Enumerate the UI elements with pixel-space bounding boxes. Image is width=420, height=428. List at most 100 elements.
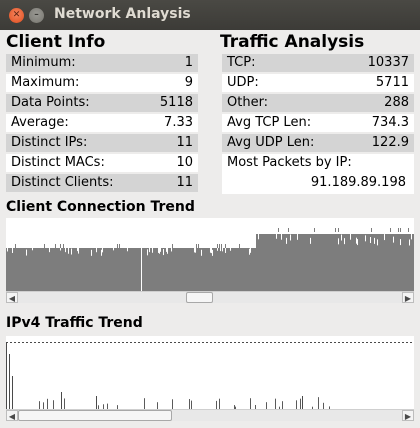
client-trend-spike bbox=[44, 244, 45, 248]
ipv4-dotted-line bbox=[30, 342, 32, 343]
client-trend-fill bbox=[6, 248, 256, 291]
arrow-right-icon[interactable]: ▶ bbox=[402, 410, 414, 421]
ipv4-trend-plot bbox=[6, 342, 412, 409]
client-trend-spike bbox=[198, 244, 199, 248]
ipv4-trend-chart bbox=[6, 336, 414, 409]
client-trend-gap bbox=[194, 246, 195, 253]
ipv4-dotted-line bbox=[58, 342, 60, 343]
client-trend-gap bbox=[158, 246, 159, 253]
client-trend-gap bbox=[249, 248, 250, 255]
ipv4-trend-bar bbox=[266, 402, 267, 409]
traffic-analysis-heading: Traffic Analysis bbox=[220, 32, 365, 52]
ipv4-dotted-line bbox=[406, 342, 408, 343]
client-stat-row: Average: 7.33 bbox=[6, 114, 198, 132]
ipv4-dotted-line bbox=[258, 342, 260, 343]
ipv4-trend-bar bbox=[157, 402, 158, 409]
stat-label: Avg TCP Len: bbox=[227, 115, 312, 130]
client-trend-spike bbox=[239, 244, 240, 248]
ipv4-trend-bar bbox=[39, 401, 40, 409]
stat-value: 1 bbox=[184, 55, 193, 70]
ipv4-dotted-line bbox=[230, 342, 232, 343]
client-trend-gap bbox=[212, 249, 213, 256]
ipv4-trend-bar bbox=[216, 400, 217, 409]
client-trend-gap bbox=[195, 246, 196, 253]
ipv4-dotted-line bbox=[234, 342, 236, 343]
ipv4-dotted-line bbox=[254, 342, 256, 343]
client-trend-gap bbox=[71, 248, 72, 255]
ipv4-dotted-line bbox=[114, 342, 116, 343]
client-trend-spike bbox=[398, 228, 399, 232]
ipv4-dotted-line bbox=[378, 342, 380, 343]
client-trend-gap bbox=[365, 235, 366, 242]
client-trend-gap bbox=[113, 244, 114, 251]
client-trend-scrollbar[interactable]: ◀ ▶ bbox=[6, 291, 414, 303]
traffic-stat-row: Other: 288 bbox=[222, 94, 414, 112]
client-trend-gap bbox=[141, 238, 142, 291]
ipv4-dotted-line bbox=[142, 342, 144, 343]
client-trend-gap bbox=[12, 246, 13, 253]
arrow-left-icon[interactable]: ◀ bbox=[6, 292, 18, 303]
client-trend-gap bbox=[152, 246, 153, 253]
ipv4-dotted-line bbox=[386, 342, 388, 343]
arrow-left-icon[interactable]: ◀ bbox=[6, 410, 18, 421]
ipv4-dotted-line bbox=[294, 342, 296, 343]
ipv4-dotted-line bbox=[250, 342, 252, 343]
client-trend-gap bbox=[68, 247, 69, 254]
ipv4-trend-bar bbox=[61, 392, 62, 409]
client-trend-gap bbox=[65, 246, 66, 253]
client-trend-gap bbox=[91, 249, 92, 256]
ipv4-dotted-line bbox=[190, 342, 192, 343]
ipv4-dotted-line bbox=[358, 342, 360, 343]
ipv4-dotted-line bbox=[66, 342, 68, 343]
ipv4-dotted-line bbox=[394, 342, 396, 343]
ipv4-dotted-line bbox=[270, 342, 272, 343]
client-trend-gap bbox=[310, 237, 311, 244]
client-trend-spike bbox=[278, 228, 279, 232]
stat-value: 10337 bbox=[367, 55, 409, 70]
client-stat-row: Distinct IPs: 11 bbox=[6, 134, 198, 152]
client-trend-fill bbox=[256, 234, 414, 242]
stat-label: Other: bbox=[227, 95, 269, 110]
ipv4-trend-scrollbar[interactable]: ◀ ▶ bbox=[6, 409, 414, 421]
client-trend-gap bbox=[281, 233, 282, 240]
client-trend-gap bbox=[350, 233, 351, 240]
ipv4-dotted-line bbox=[74, 342, 76, 343]
ipv4-dotted-line bbox=[130, 342, 132, 343]
ipv4-dotted-line bbox=[78, 342, 80, 343]
minimize-icon[interactable]: – bbox=[29, 8, 44, 23]
ipv4-dotted-line bbox=[242, 342, 244, 343]
traffic-stat-row: TCP: 10337 bbox=[222, 54, 414, 72]
scroll-thumb[interactable] bbox=[18, 410, 172, 421]
client-stat-row: Data Points: 5118 bbox=[6, 94, 198, 112]
ipv4-dotted-line bbox=[322, 342, 324, 343]
ipv4-dotted-line bbox=[62, 342, 64, 343]
client-trend-spike bbox=[371, 228, 372, 232]
stat-label: Avg UDP Len: bbox=[227, 135, 315, 150]
ipv4-dotted-line bbox=[102, 342, 104, 343]
stat-value: 734.3 bbox=[371, 115, 409, 130]
ipv4-dotted-line bbox=[162, 342, 164, 343]
ipv4-trend-bar bbox=[296, 400, 297, 409]
ipv4-dotted-line bbox=[110, 342, 112, 343]
most-packets-ip: 91.189.89.198 bbox=[310, 175, 406, 190]
client-trend-gap bbox=[341, 234, 342, 241]
ipv4-dotted-line bbox=[334, 342, 336, 343]
ipv4-trend-bar bbox=[172, 399, 173, 409]
client-trend-heading: Client Connection Trend bbox=[6, 199, 195, 215]
scroll-thumb[interactable] bbox=[185, 292, 213, 303]
client-trend-gap bbox=[160, 245, 161, 252]
ipv4-dotted-line bbox=[14, 342, 16, 343]
arrow-right-icon[interactable]: ▶ bbox=[402, 292, 414, 303]
ipv4-dotted-line bbox=[290, 342, 292, 343]
close-icon[interactable]: ✕ bbox=[9, 8, 24, 23]
traffic-stat-row: UDP: 5711 bbox=[222, 74, 414, 92]
ipv4-dotted-line bbox=[222, 342, 224, 343]
stat-label: Distinct IPs: bbox=[11, 135, 88, 150]
ipv4-dotted-line bbox=[22, 342, 24, 343]
ipv4-dotted-line bbox=[330, 342, 332, 343]
client-trend-gap bbox=[166, 245, 167, 252]
stat-label: TCP: bbox=[227, 55, 256, 70]
ipv4-trend-heading: IPv4 Traffic Trend bbox=[6, 315, 143, 331]
ipv4-trend-bar bbox=[9, 354, 10, 409]
ipv4-trend-bar bbox=[47, 398, 48, 409]
